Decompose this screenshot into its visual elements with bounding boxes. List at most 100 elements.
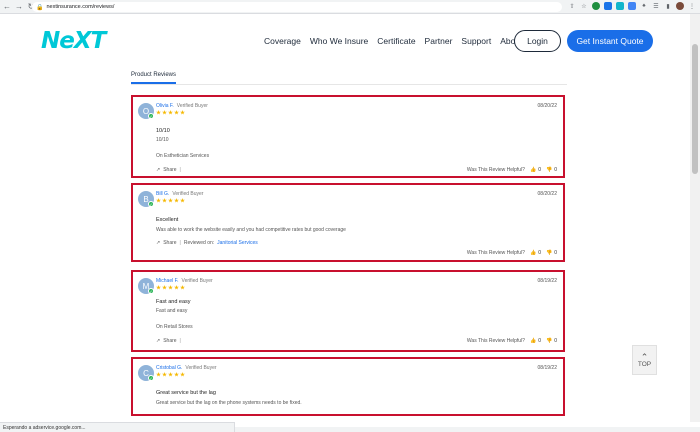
- star-icon: [168, 372, 173, 377]
- review-date: 08/19/22: [537, 278, 557, 284]
- share-page-icon[interactable]: ⇧: [568, 2, 576, 10]
- share-icon: ↗: [156, 240, 161, 246]
- lock-icon: 🔒: [36, 4, 44, 11]
- star-rating: [156, 110, 185, 115]
- thumbs-down-icon: 👎: [545, 167, 553, 173]
- nav-certificate[interactable]: Certificate: [377, 36, 415, 46]
- address-bar[interactable]: 🔒 nextinsurance.com/reviews/: [32, 2, 562, 12]
- review-card: O ✓ Olivia F. Verified Buyer 08/20/22 10…: [131, 95, 565, 178]
- review-date: 08/20/22: [537, 103, 557, 109]
- star-icon: [168, 198, 173, 203]
- review-card: C ✓ Cristobal G. Verified Buyer 08/19/22…: [131, 357, 565, 416]
- share-separator: |: [179, 240, 181, 246]
- star-icon: [180, 285, 185, 290]
- thumbs-up-count: 0: [538, 167, 541, 173]
- thumbs-up-icon: 👍: [529, 167, 537, 173]
- extension-blue-icon[interactable]: [604, 2, 612, 10]
- nav-coverage[interactable]: Coverage: [264, 36, 301, 46]
- extension-teal-icon[interactable]: [616, 2, 624, 10]
- helpful-label: Was This Review Helpful?: [466, 250, 525, 256]
- browser-status-bar: Esperando a adservice.google.com...: [0, 422, 235, 432]
- get-instant-quote-button[interactable]: Get Instant Quote: [567, 30, 653, 52]
- tab-product-reviews[interactable]: Product Reviews: [131, 72, 177, 84]
- star-icon: [174, 372, 179, 377]
- thumbs-down-icon: 👎: [545, 250, 553, 256]
- share-icon: ↗: [156, 338, 161, 344]
- verified-check-icon: ✓: [148, 288, 154, 294]
- back-to-top-button[interactable]: ⌃ TOP: [632, 345, 657, 375]
- bookmark-star-icon[interactable]: ☆: [580, 2, 588, 10]
- star-icon: [174, 110, 179, 115]
- reviewed-service-link[interactable]: Janitorial Services: [217, 240, 258, 246]
- share-control[interactable]: ↗ Share |: [156, 338, 181, 344]
- review-date: 08/20/22: [537, 191, 557, 197]
- profile-avatar-icon[interactable]: [676, 2, 684, 10]
- thumbs-up-count: 0: [538, 338, 541, 344]
- top-label: TOP: [637, 360, 652, 368]
- reviewer: Olivia F. Verified Buyer: [156, 103, 208, 109]
- star-icon: [156, 285, 161, 290]
- helpful-label: Was This Review Helpful?: [466, 338, 525, 344]
- scrollbar-thumb[interactable]: [692, 44, 698, 174]
- star-rating: [156, 198, 185, 203]
- helpful-label: Was This Review Helpful?: [466, 167, 525, 173]
- star-icon: [168, 285, 173, 290]
- review-title: Excellent: [156, 217, 179, 223]
- thumbs-down-count: 0: [554, 338, 557, 344]
- thumbs-up-button[interactable]: 👍 0: [530, 338, 541, 344]
- reviewer-name: Cristobal G.: [156, 365, 183, 371]
- extension-translate-icon[interactable]: [628, 2, 636, 10]
- login-button[interactable]: Login: [514, 30, 561, 52]
- verified-buyer-label: Verified Buyer: [185, 365, 217, 371]
- review-service: On Esthetician Services: [156, 153, 210, 159]
- review-title: Great service but the lag: [156, 390, 216, 396]
- reviewed-on-label: Reviewed on:: [183, 240, 215, 246]
- thumbs-up-button[interactable]: 👍 0: [530, 250, 541, 256]
- share-label: Share: [163, 167, 177, 173]
- site-header: NeXT Coverage Who We Insure Certificate …: [0, 14, 690, 68]
- review-service: On Retail Stores: [156, 324, 193, 330]
- thumbs-up-icon: 👍: [529, 338, 537, 344]
- thumbs-down-button[interactable]: 👎 0: [546, 338, 557, 344]
- share-label: Share: [163, 240, 177, 246]
- star-icon: [162, 372, 167, 377]
- nav-support[interactable]: Support: [461, 36, 491, 46]
- share-control[interactable]: ↗ Share | Reviewed on: Janitorial Servic…: [156, 240, 258, 246]
- thumbs-up-icon: 👍: [529, 250, 537, 256]
- reviewer: Michael F. Verified Buyer: [156, 278, 213, 284]
- chevron-up-icon: ⌃: [640, 351, 649, 362]
- nav-partner[interactable]: Partner: [425, 36, 453, 46]
- review-body: Great service but the lag on the phone s…: [156, 400, 302, 406]
- address-url: nextinsurance.com/reviews/: [46, 4, 115, 10]
- reading-list-icon[interactable]: ☰: [652, 2, 660, 10]
- share-control[interactable]: ↗ Share |: [156, 167, 181, 173]
- star-icon: [180, 198, 185, 203]
- browser-toolbar: ← → ↻ 🔒 nextinsurance.com/reviews/ ⇧ ☆ ♠…: [0, 0, 700, 14]
- share-separator: |: [179, 167, 181, 173]
- verified-buyer-label: Verified Buyer: [172, 191, 204, 197]
- thumbs-down-button[interactable]: 👎 0: [546, 167, 557, 173]
- reviewer-name: Olivia F.: [156, 103, 174, 109]
- page-scrollbar[interactable]: [690, 14, 700, 422]
- reviewer: Cristobal G. Verified Buyer: [156, 365, 217, 371]
- forward-icon[interactable]: →: [14, 1, 24, 13]
- sidebar-icon[interactable]: ▮: [664, 2, 672, 10]
- helpful-voting: Was This Review Helpful? 👍 0 👎 0: [467, 338, 557, 344]
- star-icon: [180, 110, 185, 115]
- thumbs-up-count: 0: [538, 250, 541, 256]
- thumbs-up-button[interactable]: 👍 0: [530, 167, 541, 173]
- nav-who-we-insure[interactable]: Who We Insure: [310, 36, 368, 46]
- menu-kebab-icon[interactable]: ⋮: [688, 2, 696, 10]
- extension-green-icon[interactable]: [592, 2, 600, 10]
- review-card: B ✓ Bill G. Verified Buyer 08/20/22 Exce…: [131, 183, 565, 262]
- back-icon[interactable]: ←: [2, 1, 12, 13]
- thumbs-down-button[interactable]: 👎 0: [546, 250, 557, 256]
- reviewer-name: Michael F.: [156, 278, 179, 284]
- reviewer: Bill G. Verified Buyer: [156, 191, 203, 197]
- review-card: M ✓ Michael F. Verified Buyer 08/19/22 F…: [131, 270, 565, 352]
- extensions-puzzle-icon[interactable]: ♠: [640, 2, 648, 10]
- next-logo[interactable]: NeXT: [41, 28, 106, 54]
- extensions-bar: ⇧ ☆ ♠ ☰ ▮ ⋮: [568, 2, 696, 10]
- bottom-edge: [235, 427, 700, 432]
- review-title: 10/10: [156, 128, 170, 134]
